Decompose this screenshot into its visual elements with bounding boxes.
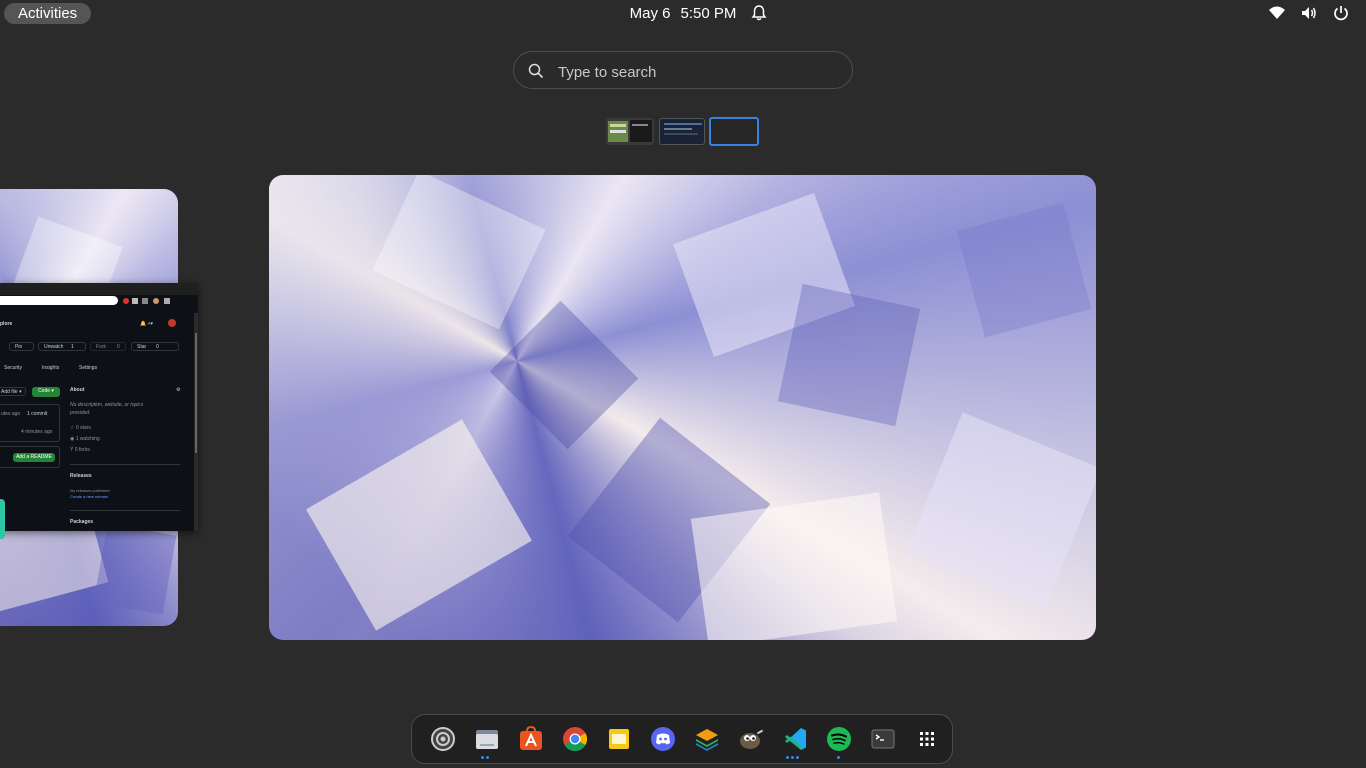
code-button[interactable]: Code ▾	[32, 387, 60, 397]
workspace-thumbnail-3-active[interactable]	[709, 117, 759, 146]
dock	[411, 714, 953, 764]
commit-count-link[interactable]: 1 commit	[27, 411, 47, 417]
dock-stacks[interactable]	[693, 725, 721, 753]
dock-notes[interactable]	[605, 725, 633, 753]
star-button[interactable]: Star 0	[131, 342, 179, 351]
stacks-layers-icon	[696, 729, 718, 751]
spotify-icon	[827, 727, 851, 751]
address-bar	[0, 296, 118, 305]
readme-box: Add a README	[0, 446, 60, 468]
dock-spotify[interactable]	[825, 725, 853, 753]
about-title: About	[70, 387, 85, 393]
sticky-notes-icon	[609, 729, 629, 749]
files-folder-icon	[476, 730, 498, 749]
system-tray[interactable]	[1268, 4, 1350, 22]
create-release-link[interactable]: Create a new release	[70, 494, 108, 499]
fork-button[interactable]: Fork 0	[90, 342, 126, 351]
terminal-icon	[871, 729, 895, 749]
tab-settings[interactable]: Settings	[79, 365, 97, 371]
gimp-icon	[740, 729, 764, 749]
files-running-indicator	[481, 756, 489, 759]
discord-icon	[651, 727, 675, 751]
stars-count[interactable]: ☆ 0 stars	[70, 425, 91, 431]
dock-chrome[interactable]	[561, 725, 589, 753]
wifi-icon	[1269, 6, 1285, 19]
about-description-line-2: provided.	[70, 410, 91, 416]
divider	[70, 464, 180, 465]
clock-date[interactable]: May 6	[630, 5, 671, 22]
current-workspace-preview[interactable]	[269, 175, 1096, 640]
browser-titlebar	[0, 283, 198, 295]
browser-extension-icons	[123, 298, 170, 304]
unwatch-button[interactable]: Unwatch 1	[38, 342, 86, 351]
software-center-icon	[520, 725, 542, 750]
search-input[interactable]	[556, 60, 840, 84]
spotify-running-indicator	[837, 756, 840, 759]
dock-settings[interactable]	[429, 725, 457, 753]
pin-button[interactable]: Pin	[9, 342, 34, 351]
dock-files[interactable]	[473, 725, 501, 753]
dock-discord[interactable]	[649, 725, 677, 753]
vscode-running-indicator	[786, 756, 799, 759]
dock-terminal[interactable]	[869, 725, 897, 753]
repo-name[interactable]: plore	[0, 321, 12, 327]
divider	[70, 510, 180, 511]
tab-security[interactable]: Security	[4, 365, 22, 371]
notification-bell-icon[interactable]	[750, 4, 768, 22]
dock-vscode[interactable]	[781, 725, 809, 753]
notifications-icon[interactable]: 🔔 +▾	[140, 321, 153, 327]
watching-count[interactable]: ◉ 1 watching	[70, 436, 100, 442]
forks-count[interactable]: Ÿ 0 forks	[70, 447, 90, 453]
avatar[interactable]	[168, 319, 176, 327]
power-icon	[1334, 6, 1348, 21]
chrome-icon	[563, 727, 588, 752]
browser-scrollbar[interactable]	[194, 313, 198, 531]
dock-show-apps[interactable]	[913, 725, 941, 753]
packages-title[interactable]: Packages	[70, 519, 93, 525]
browser-window-preview[interactable]: plore 🔔 +▾ Pin Unwatch 1 Fork 0 Star 0 Secu…	[0, 283, 198, 531]
dock-gimp[interactable]	[737, 725, 765, 753]
volume-icon	[1302, 7, 1316, 19]
clock-time[interactable]: 5:50 PM	[680, 5, 736, 22]
workspace-thumbnail-1[interactable]	[606, 118, 654, 145]
app-grid-icon	[920, 732, 934, 746]
releases-title[interactable]: Releases	[70, 473, 92, 479]
no-releases-text: No releases published	[70, 488, 110, 493]
gear-icon[interactable]: ⚙	[176, 387, 180, 393]
dock-software-center[interactable]	[517, 725, 545, 753]
clock: May 6 5:50 PM	[0, 0, 1366, 27]
window-edge-tab	[0, 499, 5, 539]
about-description-line-1: No description, website, or topics	[70, 402, 144, 408]
settings-gear-icon	[431, 727, 455, 751]
activities-button[interactable]: Activities	[4, 3, 92, 24]
tab-insights[interactable]: Insights	[42, 365, 59, 371]
search-icon	[528, 63, 544, 79]
top-bar: Activities May 6 5:50 PM	[0, 0, 1366, 27]
commit-box: utes ago 1 commit 4 minutes ago	[0, 404, 60, 442]
add-readme-button[interactable]: Add a README	[13, 453, 55, 462]
vscode-icon	[785, 728, 806, 750]
add-file-button[interactable]: Add file ▾	[0, 387, 26, 396]
workspace-thumbnail-2[interactable]	[659, 118, 705, 145]
search-box[interactable]	[513, 51, 853, 89]
